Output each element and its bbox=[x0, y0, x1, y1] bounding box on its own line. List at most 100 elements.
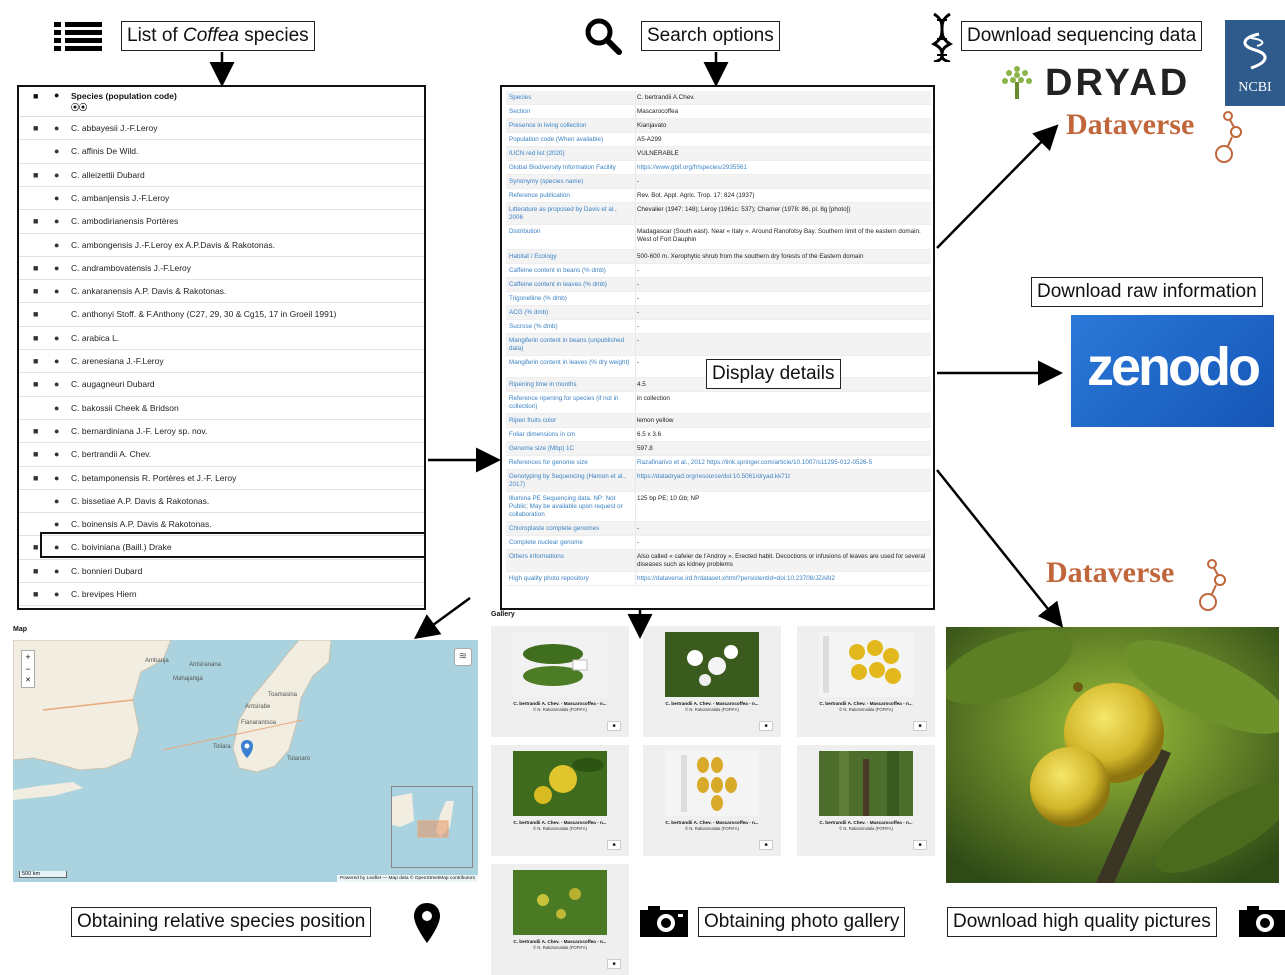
detail-value: - bbox=[637, 309, 640, 316]
species-row[interactable]: ● C. affinis De Wild. bbox=[19, 140, 424, 164]
gallery-card[interactable]: C. bertrandii A. Chev. - Mascarocoffea -… bbox=[797, 745, 935, 856]
species-details-panel: Species C. bertrandii A.Chev. Section Masca… bbox=[500, 85, 935, 610]
minimap[interactable] bbox=[391, 786, 473, 868]
map-label-mahajanga: Mahajanga bbox=[173, 676, 203, 682]
camera-icon[interactable]: ■ bbox=[913, 840, 927, 850]
species-row[interactable]: ■ ● C. alleizettii Dubard bbox=[19, 164, 424, 187]
camera-icon[interactable]: ■ bbox=[607, 959, 621, 969]
species-row[interactable]: ■ ● C. abbayesii J.-F.Leroy bbox=[19, 117, 424, 141]
gallery-card[interactable]: C. bertrandii A. Chev. - Mascarocoffea -… bbox=[491, 745, 629, 856]
zoom-in-button[interactable]: + bbox=[22, 651, 34, 663]
zoom-out-button[interactable]: − bbox=[22, 663, 34, 675]
selected-species-highlight bbox=[40, 532, 424, 558]
coffee-fruit-photo[interactable] bbox=[946, 627, 1279, 883]
gallery-card[interactable]: C. bertrandii A. Chev. - Mascarocoffea -… bbox=[491, 626, 629, 737]
gallery-photo[interactable] bbox=[819, 632, 913, 697]
species-name[interactable]: C. bissetiae A.P. Davis & Rakotonas. bbox=[71, 490, 209, 513]
layers-button[interactable]: ≋ bbox=[454, 648, 472, 666]
detail-key: References for genome size bbox=[509, 459, 588, 466]
species-row[interactable]: ● C. bissetiae A.P. Davis & Rakotonas. bbox=[19, 490, 424, 514]
detail-value: 6.5 x 3.6 bbox=[637, 431, 662, 438]
species-row[interactable]: ■ ● C. augagneuri Dubard bbox=[19, 373, 424, 397]
detail-link[interactable]: https://datadryad.org/resource/doi:10.50… bbox=[637, 473, 927, 481]
detail-link[interactable]: https://www.gbif.org/fr/species/2935561 bbox=[637, 164, 927, 172]
species-name[interactable]: C. bertrandii A. Chev. bbox=[71, 443, 151, 466]
species-row[interactable]: ● C. ambongensis J.-F.Leroy ex A.P.Davis … bbox=[19, 234, 424, 257]
species-row[interactable]: ■ ● C. bernardiniana J.-F. Leroy sp. nov. bbox=[19, 420, 424, 444]
species-row[interactable]: ■ ● C. brevipes Hiern bbox=[19, 583, 424, 607]
camera-icon[interactable]: ■ bbox=[607, 840, 621, 850]
species-map[interactable]: Ambanja Antsiranana Mahajanga Toamasina … bbox=[13, 640, 478, 882]
detail-row: Section Mascarocoffea bbox=[506, 105, 931, 119]
species-row[interactable]: ■ ● C. arenesiana J.-F.Leroy bbox=[19, 350, 424, 374]
species-name[interactable]: C. ambongensis J.-F.Leroy ex A.P.Davis &… bbox=[71, 234, 275, 257]
detail-key: Illumina PE Sequencing data. NP: Not Pub… bbox=[509, 495, 623, 518]
camera-icon: ■ bbox=[33, 449, 39, 460]
gallery-card[interactable]: C. bertrandii A. Chev. - Mascarocoffea -… bbox=[491, 864, 629, 975]
gallery-photo[interactable] bbox=[513, 870, 607, 935]
map-label-fianarantsoa: Fianarantsoa bbox=[241, 720, 277, 726]
species-name[interactable]: C. affinis De Wild. bbox=[71, 140, 138, 163]
species-name[interactable]: C. bonnieri Dubard bbox=[71, 560, 142, 583]
species-row[interactable]: ■ ● C. bonnieri Dubard bbox=[19, 560, 424, 584]
species-name[interactable]: C. arenesiana J.-F.Leroy bbox=[71, 350, 164, 373]
species-name[interactable]: C. ambanjensis J.-F.Leroy bbox=[71, 187, 169, 210]
detail-link[interactable]: https://dataverse.ird.fr/dataset.xhtml?p… bbox=[637, 575, 927, 583]
species-name[interactable]: C. bernardiniana J.-F. Leroy sp. nov. bbox=[71, 420, 207, 443]
detail-column-divider bbox=[635, 161, 636, 174]
species-name[interactable]: C. alleizettii Dubard bbox=[71, 164, 145, 187]
detail-column-divider bbox=[635, 356, 636, 377]
species-row[interactable]: ■ ● C. andrambovatensis J.-F.Leroy bbox=[19, 257, 424, 281]
fullscreen-button[interactable]: ✕ bbox=[22, 675, 34, 687]
species-row[interactable]: ■ ● C. ambodirianensis Portères bbox=[19, 210, 424, 234]
detail-row: Trigonelline (% dmb) - bbox=[506, 292, 931, 306]
detail-key: Caffeine content in beans (% dmb) bbox=[509, 267, 606, 274]
zenodo-label: zenodo bbox=[1087, 337, 1261, 397]
species-name[interactable]: C. augagneuri Dubard bbox=[71, 373, 155, 396]
species-name[interactable]: C. anthonyi Stoff. & F.Anthony (C27, 29,… bbox=[71, 303, 336, 326]
species-name[interactable]: C. betamponensis R. Portères et J.-F. Le… bbox=[71, 467, 236, 490]
sort-icon[interactable]: ⦿⦿ bbox=[71, 102, 87, 113]
species-row[interactable]: ■ ● C. arabica L. bbox=[19, 327, 424, 351]
species-row[interactable]: ● C. bakossii Cheek & Bridson bbox=[19, 397, 424, 420]
species-name[interactable]: C. abbayesii J.-F.Leroy bbox=[71, 117, 157, 140]
camera-icon[interactable]: ■ bbox=[759, 840, 773, 850]
gallery-card[interactable]: C. bertrandii A. Chev. - Mascarocoffea -… bbox=[643, 626, 781, 737]
species-row[interactable]: ■ ● C. ankaranensis A.P. Davis & Rakotonas… bbox=[19, 280, 424, 304]
gallery-photo[interactable] bbox=[513, 751, 607, 816]
species-name[interactable]: C. arabica L. bbox=[71, 327, 119, 350]
species-list-header: ■ ● Species (population code) ⦿⦿ bbox=[19, 87, 424, 117]
species-name[interactable]: C. brevipes Hiern bbox=[71, 583, 137, 606]
gallery-card[interactable]: C. bertrandii A. Chev. - Mascarocoffea -… bbox=[643, 745, 781, 856]
detail-key: Mangiferin content in leaves (% dry weig… bbox=[509, 359, 630, 366]
gallery-card[interactable]: C. bertrandii A. Chev. - Mascarocoffea -… bbox=[797, 626, 935, 737]
detail-row: Reference ripening for species (if not i… bbox=[506, 392, 931, 414]
search-options-callout: Search options bbox=[641, 21, 780, 51]
dataverse-logo-bottom: Dataverse bbox=[1046, 556, 1246, 620]
gallery-photo[interactable] bbox=[819, 751, 913, 816]
location-pin-icon: ● bbox=[54, 123, 60, 133]
camera-icon[interactable]: ■ bbox=[759, 721, 773, 731]
detail-key: Litterature as proposed by Davis et al.,… bbox=[509, 206, 617, 221]
location-pin-icon: ● bbox=[54, 286, 60, 297]
species-row[interactable]: ■ C. anthonyi Stoff. & F.Anthony (C27, 29… bbox=[19, 303, 424, 327]
species-row[interactable]: ■ ● C. betamponensis R. Portères et J.-F. … bbox=[19, 467, 424, 490]
detail-link[interactable]: Razafinarivo et al., 2012 https://link.s… bbox=[637, 459, 927, 467]
gallery-photo[interactable] bbox=[665, 751, 759, 816]
gallery-photo[interactable] bbox=[665, 632, 759, 697]
detail-column-divider bbox=[635, 175, 636, 188]
species-name[interactable]: C. bakossii Cheek & Bridson bbox=[71, 397, 179, 420]
gallery-photo[interactable] bbox=[513, 632, 607, 697]
camera-icon[interactable]: ■ bbox=[913, 721, 927, 731]
camera-icon[interactable]: ■ bbox=[607, 721, 621, 731]
gallery-caption: C. bertrandii A. Chev. - Mascarocoffea -… bbox=[665, 820, 759, 825]
species-name[interactable]: C. andrambovatensis J.-F.Leroy bbox=[71, 257, 191, 280]
species-row[interactable]: ■ ● C. bertrandii A. Chev. bbox=[19, 443, 424, 467]
camera-icon: ■ bbox=[33, 565, 39, 576]
species-row[interactable]: ● C. ambanjensis J.-F.Leroy bbox=[19, 187, 424, 211]
map-label-antsirabe: Antsirabe bbox=[245, 704, 271, 710]
species-name[interactable]: C. ambodirianensis Portères bbox=[71, 210, 178, 233]
species-name[interactable]: C. ankaranensis A.P. Davis & Rakotonas. bbox=[71, 280, 226, 303]
species-list-panel: ■ ● Species (population code) ⦿⦿ ■ ● C. ab… bbox=[17, 85, 426, 610]
species-header-label: Species (population code) bbox=[71, 91, 177, 101]
